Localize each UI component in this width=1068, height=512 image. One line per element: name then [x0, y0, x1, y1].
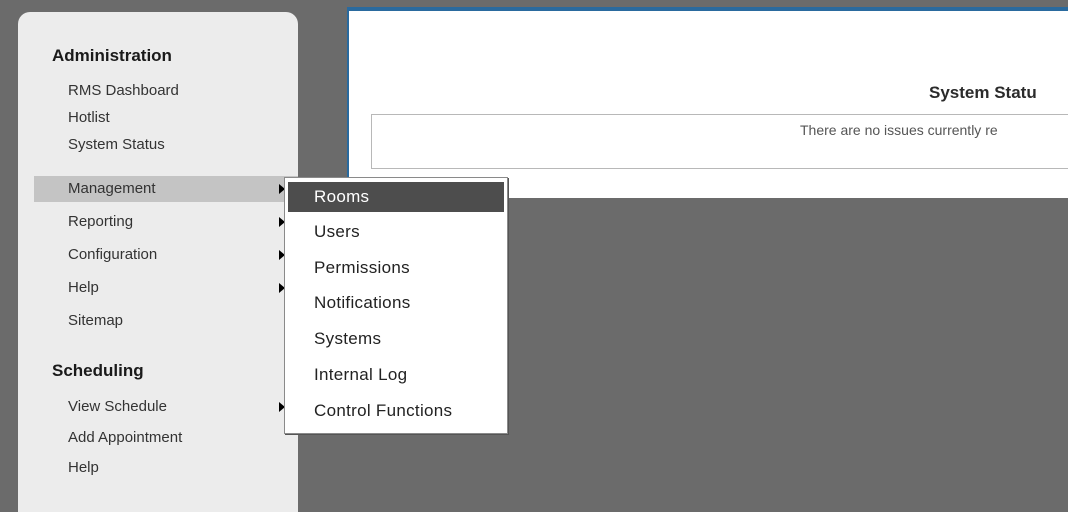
nav-item-label: Add Appointment	[68, 429, 183, 446]
nav-item-label: System Status	[68, 136, 165, 153]
status-message-box: There are no issues currently re	[371, 114, 1068, 169]
submenu-item-label: Permissions	[314, 258, 410, 277]
panel-title: System Statu	[929, 83, 1037, 102]
submenu-item-label: Systems	[314, 329, 382, 348]
nav-item-rms-dashboard[interactable]: RMS Dashboard	[34, 78, 298, 104]
submenu-item-permissions[interactable]: Permissions	[288, 253, 504, 283]
nav-item-hotlist[interactable]: Hotlist	[34, 105, 298, 131]
management-submenu: Rooms Users Permissions Notifications Sy…	[284, 177, 508, 434]
nav-item-configuration[interactable]: Configuration	[34, 242, 298, 268]
nav-item-label: Help	[68, 459, 99, 476]
nav-item-label: Sitemap	[68, 312, 124, 329]
submenu-item-label: Users	[314, 222, 360, 241]
nav-item-help-admin[interactable]: Help	[34, 275, 298, 301]
nav-item-system-status[interactable]: System Status	[34, 132, 298, 158]
submenu-item-control-functions[interactable]: Control Functions	[288, 396, 504, 426]
submenu-item-users[interactable]: Users	[288, 217, 504, 247]
nav-item-management[interactable]: Management	[34, 176, 298, 202]
nav-item-label: Help	[68, 279, 99, 296]
nav-item-help-scheduling[interactable]: Help	[34, 455, 298, 481]
nav-item-label: Configuration	[68, 246, 158, 263]
section-title-administration: Administration	[52, 46, 172, 65]
nav-item-sitemap[interactable]: Sitemap	[34, 308, 298, 334]
nav-item-label: Reporting	[68, 213, 134, 230]
nav-item-reporting[interactable]: Reporting	[34, 209, 298, 235]
submenu-item-label: Control Functions	[314, 401, 453, 420]
submenu-item-label: Internal Log	[314, 365, 408, 384]
sidebar-nav: Administration RMS Dashboard Hotlist Sys…	[18, 12, 298, 512]
application-window: Administration RMS Dashboard Hotlist Sys…	[0, 0, 1068, 512]
submenu-item-internal-log[interactable]: Internal Log	[288, 360, 504, 390]
nav-item-label: RMS Dashboard	[68, 82, 179, 99]
nav-item-add-appointment[interactable]: Add Appointment	[34, 425, 298, 451]
nav-item-label: Management	[68, 180, 156, 197]
submenu-item-label: Rooms	[314, 187, 370, 206]
status-message: There are no issues currently re	[800, 122, 998, 138]
nav-item-label: View Schedule	[68, 398, 167, 415]
submenu-item-systems[interactable]: Systems	[288, 324, 504, 354]
nav-item-label: Hotlist	[68, 109, 110, 126]
submenu-item-label: Notifications	[314, 293, 411, 312]
nav-item-view-schedule[interactable]: View Schedule	[34, 394, 298, 420]
section-title-scheduling: Scheduling	[52, 361, 144, 380]
submenu-item-rooms[interactable]: Rooms	[288, 182, 504, 212]
system-status-panel: System Statu There are no issues current…	[347, 7, 1068, 198]
submenu-item-notifications[interactable]: Notifications	[288, 288, 504, 318]
